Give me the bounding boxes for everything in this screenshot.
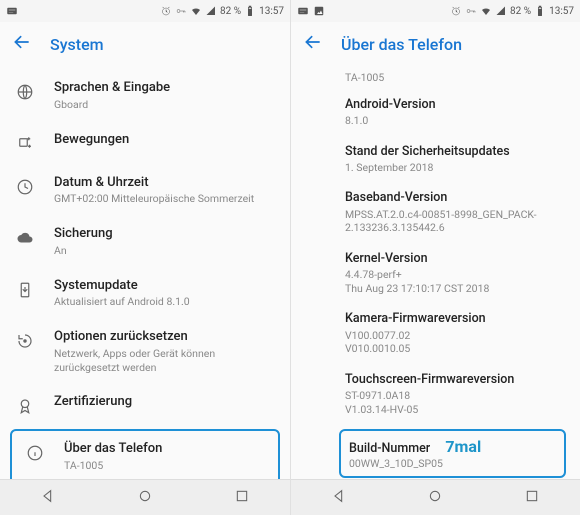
nav-back[interactable] <box>40 488 56 508</box>
item-label: Zertifizierung <box>54 394 276 411</box>
nav-back[interactable] <box>331 488 347 508</box>
item-sub: GMT+02:00 Mitteleuropäische Sommerzeit <box>54 192 276 206</box>
item-sub: TA-1005 <box>64 459 264 473</box>
statusbar: 82 % 13:57 <box>0 0 290 22</box>
tap-count-annotation: 7mal <box>445 437 481 456</box>
info-row[interactable]: Kernel-Version4.4.78-perf+Thu Aug 23 17:… <box>291 243 580 304</box>
model-stub: TA-1005 <box>291 71 580 89</box>
item-label: Sprachen & Eingabe <box>54 80 276 97</box>
vpn-key-icon <box>175 5 187 17</box>
info-value: ST-0971.0A18V1.03.14-HV-05 <box>345 389 560 416</box>
item-sub: Gboard <box>54 98 276 112</box>
clock-icon <box>14 176 36 198</box>
info-label: Kamera-Firmwareversion <box>345 311 560 327</box>
page-title: Über das Telefon <box>341 35 462 54</box>
page-title: System <box>50 35 104 54</box>
item-label: Über das Telefon <box>64 441 264 458</box>
battery-pct: 82 % <box>220 6 241 17</box>
reset-icon <box>14 330 36 352</box>
cloud-icon <box>14 227 36 249</box>
clock-time: 13:57 <box>549 6 574 17</box>
settings-item-cloud[interactable]: SicherungAn <box>0 216 290 268</box>
appbar: Über das Telefon <box>291 22 580 66</box>
about-list[interactable]: TA-1005 Android-Version8.1.0Stand der Si… <box>291 66 580 479</box>
alarm-icon <box>160 5 172 17</box>
info-value: 1. September 2018 <box>345 161 560 175</box>
info-icon <box>24 442 46 464</box>
item-label: Optionen zurücksetzen <box>54 329 276 346</box>
back-button[interactable] <box>12 32 32 56</box>
item-label: Systemupdate <box>54 278 276 295</box>
screen-about-phone: 82 % 13:57 Über das Telefon TA-1005 Andr… <box>290 0 580 515</box>
settings-item-reset[interactable]: Optionen zurücksetzenNetzwerk, Apps oder… <box>0 319 290 384</box>
build-value: 00WW_3_10D_SP05 <box>349 457 556 470</box>
item-label: Sicherung <box>54 226 276 243</box>
info-label: Kernel-Version <box>345 251 560 267</box>
battery-pct: 82 % <box>510 6 531 17</box>
info-value: 8.1.0 <box>345 114 560 128</box>
statusbar: 82 % 13:57 <box>291 0 580 22</box>
notification-icon <box>297 5 309 17</box>
sparkle-icon <box>14 133 36 155</box>
phone-update-icon <box>14 279 36 301</box>
settings-item-ribbon[interactable]: Zertifizierung <box>0 384 290 427</box>
appbar: System <box>0 22 290 66</box>
settings-item-sparkle[interactable]: Bewegungen <box>0 122 290 165</box>
item-label: Bewegungen <box>54 132 276 149</box>
screenshot-icon <box>313 5 325 17</box>
back-button[interactable] <box>303 32 323 56</box>
build-label: Build-Nummer 7mal <box>349 437 556 456</box>
navbar <box>0 479 290 515</box>
settings-item-info[interactable]: Über das TelefonTA-1005 <box>10 429 280 479</box>
signal-icon <box>205 5 217 17</box>
notification-icon <box>6 5 18 17</box>
info-row[interactable]: Android-Version8.1.0 <box>291 89 580 136</box>
vpn-key-icon <box>465 5 477 17</box>
info-label: Android-Version <box>345 97 560 113</box>
info-label: Touchscreen-Firmwareversion <box>345 372 560 388</box>
settings-item-globe[interactable]: Sprachen & EingabeGboard <box>0 70 290 122</box>
screen-system: 82 % 13:57 System Sprachen & EingabeGboa… <box>0 0 290 515</box>
info-value: MPSS.AT.2.0.c4-00851-8998_GEN_PACK-2.133… <box>345 208 560 235</box>
battery-icon <box>534 5 546 17</box>
nav-recent[interactable] <box>234 488 250 508</box>
nav-home[interactable] <box>427 488 443 508</box>
info-row[interactable]: Kamera-Firmwareversion V100.0077.02V010.0… <box>291 303 580 364</box>
info-row[interactable]: Baseband-Version MPSS.AT.2.0.c4-00851-899… <box>291 182 580 243</box>
build-number-row[interactable]: Build-Nummer 7mal 00WW_3_10D_SP05 <box>339 429 566 478</box>
item-sub: Aktualisiert auf Android 8.1.0 <box>54 295 276 309</box>
item-sub: An <box>54 244 276 258</box>
wifi-icon <box>190 5 202 17</box>
info-value: 4.4.78-perf+Thu Aug 23 17:10:17 CST 2018 <box>345 268 560 295</box>
settings-item-phone-update[interactable]: SystemupdateAktualisiert auf Android 8.1… <box>0 268 290 320</box>
info-label: Baseband-Version <box>345 190 560 206</box>
item-label: Datum & Uhrzeit <box>54 175 276 192</box>
info-value: V100.0077.02V010.0010.05 <box>345 329 560 356</box>
nav-recent[interactable] <box>524 488 540 508</box>
clock-time: 13:57 <box>259 6 284 17</box>
settings-item-clock[interactable]: Datum & UhrzeitGMT+02:00 Mitteleuropäisc… <box>0 165 290 217</box>
globe-icon <box>14 81 36 103</box>
info-row[interactable]: Touchscreen-FirmwareversionST-0971.0A18V… <box>291 364 580 425</box>
navbar <box>291 479 580 515</box>
info-label: Stand der Sicherheitsupdates <box>345 144 560 160</box>
wifi-icon <box>480 5 492 17</box>
settings-list[interactable]: Sprachen & EingabeGboard Bewegungen Datum … <box>0 66 290 479</box>
info-row[interactable]: Stand der Sicherheitsupdates1. September… <box>291 136 580 183</box>
signal-icon <box>495 5 507 17</box>
nav-home[interactable] <box>137 488 153 508</box>
item-sub: Netzwerk, Apps oder Gerät können zurückg… <box>54 347 276 374</box>
ribbon-icon <box>14 395 36 417</box>
alarm-icon <box>450 5 462 17</box>
battery-icon <box>244 5 256 17</box>
